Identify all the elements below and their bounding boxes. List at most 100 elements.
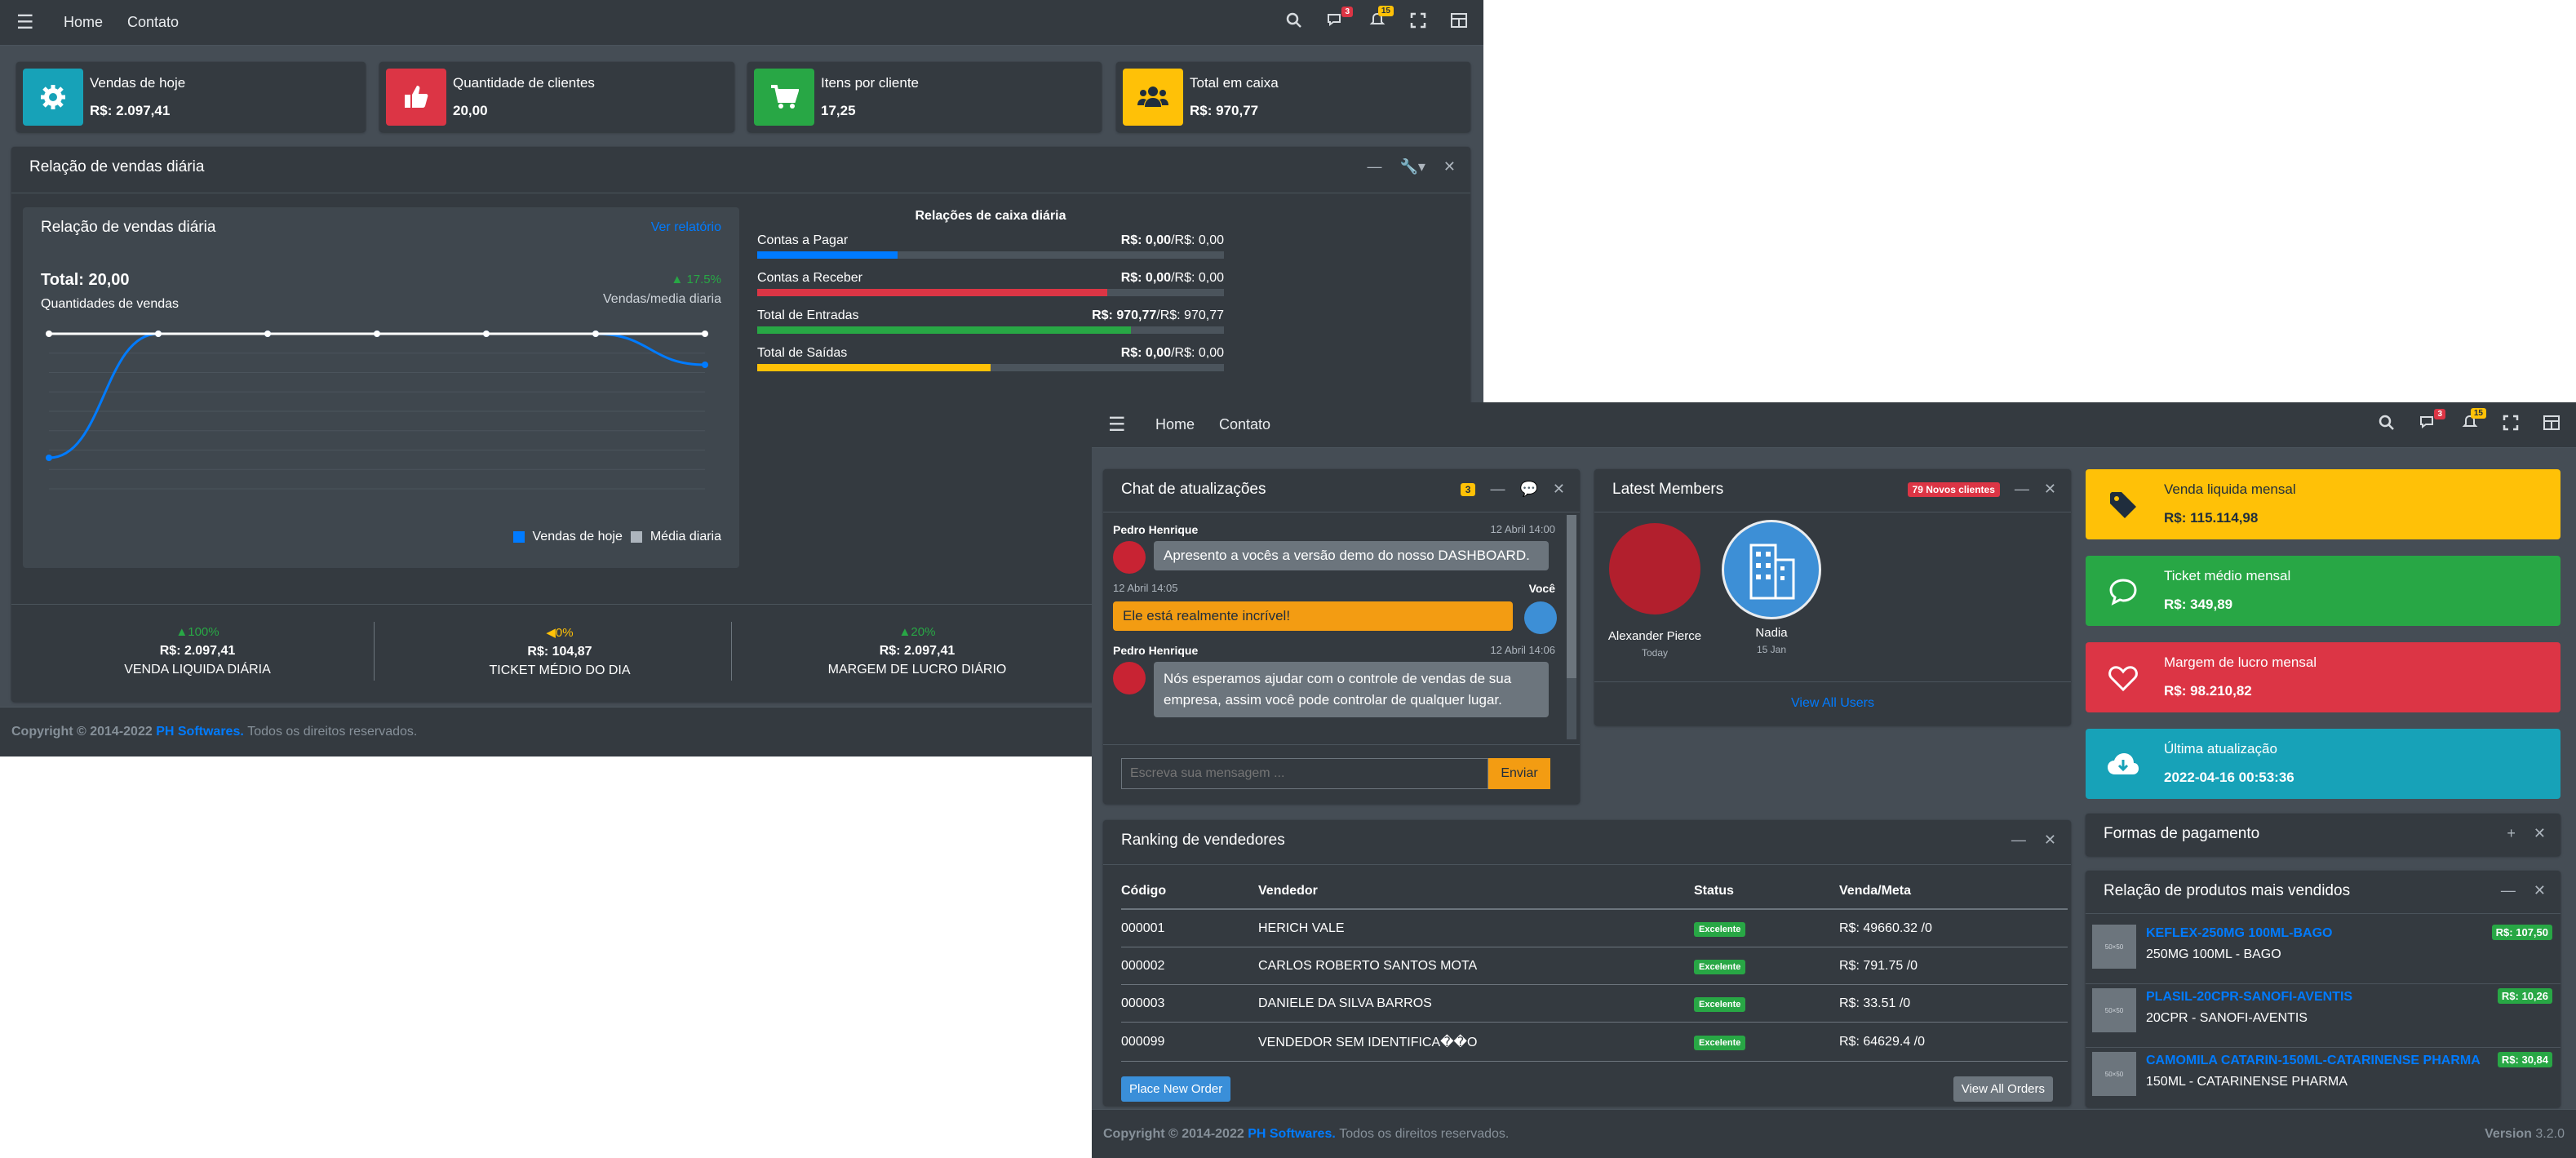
chart-percent-value: 17.5% <box>686 273 721 286</box>
stat-percent: ◀0% <box>380 625 739 640</box>
infobox-label: Total em caixa <box>1190 75 1279 91</box>
member-avatar[interactable] <box>1609 523 1700 614</box>
collapse-icon[interactable]: — <box>1367 158 1381 175</box>
close-icon[interactable]: ✕ <box>2534 825 2546 842</box>
wrench-icon[interactable]: 🔧▾ <box>1399 158 1425 175</box>
product-name-link[interactable]: PLASIL-20CPR-SANOFI-AVENTIS <box>2146 990 2352 1005</box>
collapse-icon[interactable]: — <box>2015 481 2029 498</box>
ranking-table: Código Vendedor Status Venda/Meta 000001… <box>1121 876 2068 1062</box>
version-label: Version <box>2485 1127 2532 1141</box>
expand-icon[interactable]: + <box>2507 825 2516 842</box>
chat-scrollbar[interactable] <box>1567 515 1576 739</box>
fullscreen-icon[interactable] <box>1410 12 1426 33</box>
close-icon[interactable]: ✕ <box>2044 832 2056 849</box>
collapse-icon[interactable]: — <box>2501 882 2516 899</box>
box-label: Venda liquida mensal <box>2164 481 2296 497</box>
comments-icon[interactable]: 💬 <box>1519 481 1537 498</box>
column-header: Vendedor <box>1258 876 1694 910</box>
seller-code-link[interactable]: 000002 <box>1121 947 1258 985</box>
footer-rights: Todos os direitos reservados. <box>1339 1127 1510 1141</box>
nav-home-link[interactable]: Home <box>1155 416 1195 433</box>
column-header: Código <box>1121 876 1258 910</box>
box-venda-liquida-mensal: Venda liquida mensal R$: 115.114,98 <box>2086 469 2560 539</box>
card-title: Chat de atualizações <box>1121 481 1266 498</box>
chat-notification-icon[interactable]: 3 <box>1327 6 1353 33</box>
card-title: Relação de produtos mais vendidos <box>2104 882 2351 899</box>
seller-code-link[interactable]: 000003 <box>1121 984 1258 1023</box>
grid-layout-icon[interactable] <box>1451 12 1467 33</box>
grid-layout-icon[interactable] <box>2543 415 2560 436</box>
product-image: 50×50 <box>2092 925 2136 969</box>
legend-swatch-media <box>630 531 642 543</box>
collapse-icon[interactable]: — <box>2011 832 2026 849</box>
status-badge: Excelente <box>1694 922 1746 937</box>
close-icon[interactable]: ✕ <box>2044 481 2056 498</box>
status-cell: Excelente <box>1694 909 1839 947</box>
footer-rights: Todos os direitos reservados. <box>247 725 418 739</box>
product-name-link[interactable]: CAMOMILA CATARIN-150ML-CATARINENSE PHARM… <box>2146 1054 2481 1068</box>
box-value: R$: 98.210,82 <box>2164 683 2252 699</box>
message-author: Pedro Henrique <box>1113 644 1199 657</box>
nav-contato-link[interactable]: Contato <box>127 14 179 31</box>
fullscreen-icon[interactable] <box>2503 415 2519 436</box>
message-author: Pedro Henrique <box>1113 523 1199 536</box>
bell-icon[interactable]: 15 <box>1369 5 1394 33</box>
send-button[interactable]: Enviar <box>1488 758 1550 789</box>
box-margem-lucro-mensal: Margem de lucro mensal R$: 98.210,82 <box>2086 642 2560 712</box>
cash-value-bold: R$: 0,00 <box>1120 271 1172 285</box>
product-name-link[interactable]: KEFLEX-250MG 100ML-BAGO <box>2146 926 2332 941</box>
version-info: Version 3.2.0 <box>2485 1127 2565 1142</box>
nav-contato-link[interactable]: Contato <box>1219 416 1270 433</box>
chat-count-badge: 3 <box>1460 482 1476 496</box>
search-icon[interactable] <box>1286 12 1302 33</box>
cart-icon <box>754 69 814 126</box>
member-avatar[interactable] <box>1722 520 1821 619</box>
chat-message-input[interactable] <box>1121 758 1488 789</box>
chat-notification-icon[interactable]: 3 <box>2419 408 2445 435</box>
chat-count-badge: 3 <box>1341 6 1353 17</box>
stat-percent: ▲20% <box>738 625 1097 639</box>
seller-name: VENDEDOR SEM IDENTIFICA��O <box>1258 1022 1694 1062</box>
box-label: Ticket médio mensal <box>2164 568 2291 583</box>
table-row: 000003 DANIELE DA SILVA BARROS Excelente… <box>1121 984 2068 1023</box>
close-icon[interactable]: ✕ <box>1553 481 1565 498</box>
cash-progress-row: Contas a Receber R$: 0,00/R$: 0,00 <box>757 271 1224 296</box>
footer-brand-link[interactable]: PH Softwares. <box>156 725 244 739</box>
cash-value: R$: 0,00/R$: 0,00 <box>1121 346 1224 361</box>
bell-icon[interactable]: 15 <box>2462 407 2486 436</box>
seller-code-link[interactable]: 000099 <box>1121 1022 1258 1062</box>
sale-value: R$: 33.51 /0 <box>1839 984 2068 1023</box>
arrow-up-icon: ▲ <box>175 625 188 639</box>
tag-icon <box>2105 487 2141 523</box>
nav-home-link[interactable]: Home <box>64 14 103 31</box>
collapse-icon[interactable]: — <box>1490 481 1505 498</box>
chat-count-badge: 3 <box>2434 408 2445 419</box>
view-report-link[interactable]: Ver relatório <box>651 220 721 235</box>
scrollbar-thumb[interactable] <box>1567 515 1576 678</box>
cash-value-rest: /R$: 970,77 <box>1156 308 1224 322</box>
divider <box>1594 681 2071 682</box>
series-line-vendas <box>48 332 706 459</box>
cash-title: Relações de caixa diária <box>915 209 1066 223</box>
seller-code-link[interactable]: 000001 <box>1121 909 1258 947</box>
footer-brand-link[interactable]: PH Softwares. <box>1248 1127 1336 1142</box>
table-row: 000001 HERICH VALE Excelente R$: 49660.3… <box>1121 909 2068 947</box>
stat-percent-value: 0% <box>555 626 574 640</box>
cash-value-bold: R$: 0,00 <box>1120 346 1172 360</box>
close-icon[interactable]: ✕ <box>1443 158 1456 175</box>
member-name[interactable]: Nadia <box>1710 626 1833 640</box>
menu-icon[interactable]: ☰ <box>1108 413 1131 437</box>
chart-total: Total: 20,00 <box>41 271 130 289</box>
menu-icon[interactable]: ☰ <box>16 11 39 34</box>
view-all-users-link[interactable]: View All Users <box>1594 696 2071 711</box>
top-navbar: ☰ Home Contato 3 15 <box>1092 402 2576 448</box>
card-title: Formas de pagamento <box>2104 825 2260 842</box>
search-icon[interactable] <box>2379 415 2395 436</box>
member-name[interactable]: Alexander Pierce <box>1594 629 1715 643</box>
message-time: 12 Abril 14:06 <box>1490 644 1555 656</box>
view-all-orders-button[interactable]: View All Orders <box>1953 1076 2053 1102</box>
close-icon[interactable]: ✕ <box>2534 882 2546 899</box>
place-new-order-button[interactable]: Place New Order <box>1121 1076 1231 1102</box>
progress-fill <box>757 364 991 371</box>
cash-value: R$: 0,00/R$: 0,00 <box>1121 233 1224 248</box>
